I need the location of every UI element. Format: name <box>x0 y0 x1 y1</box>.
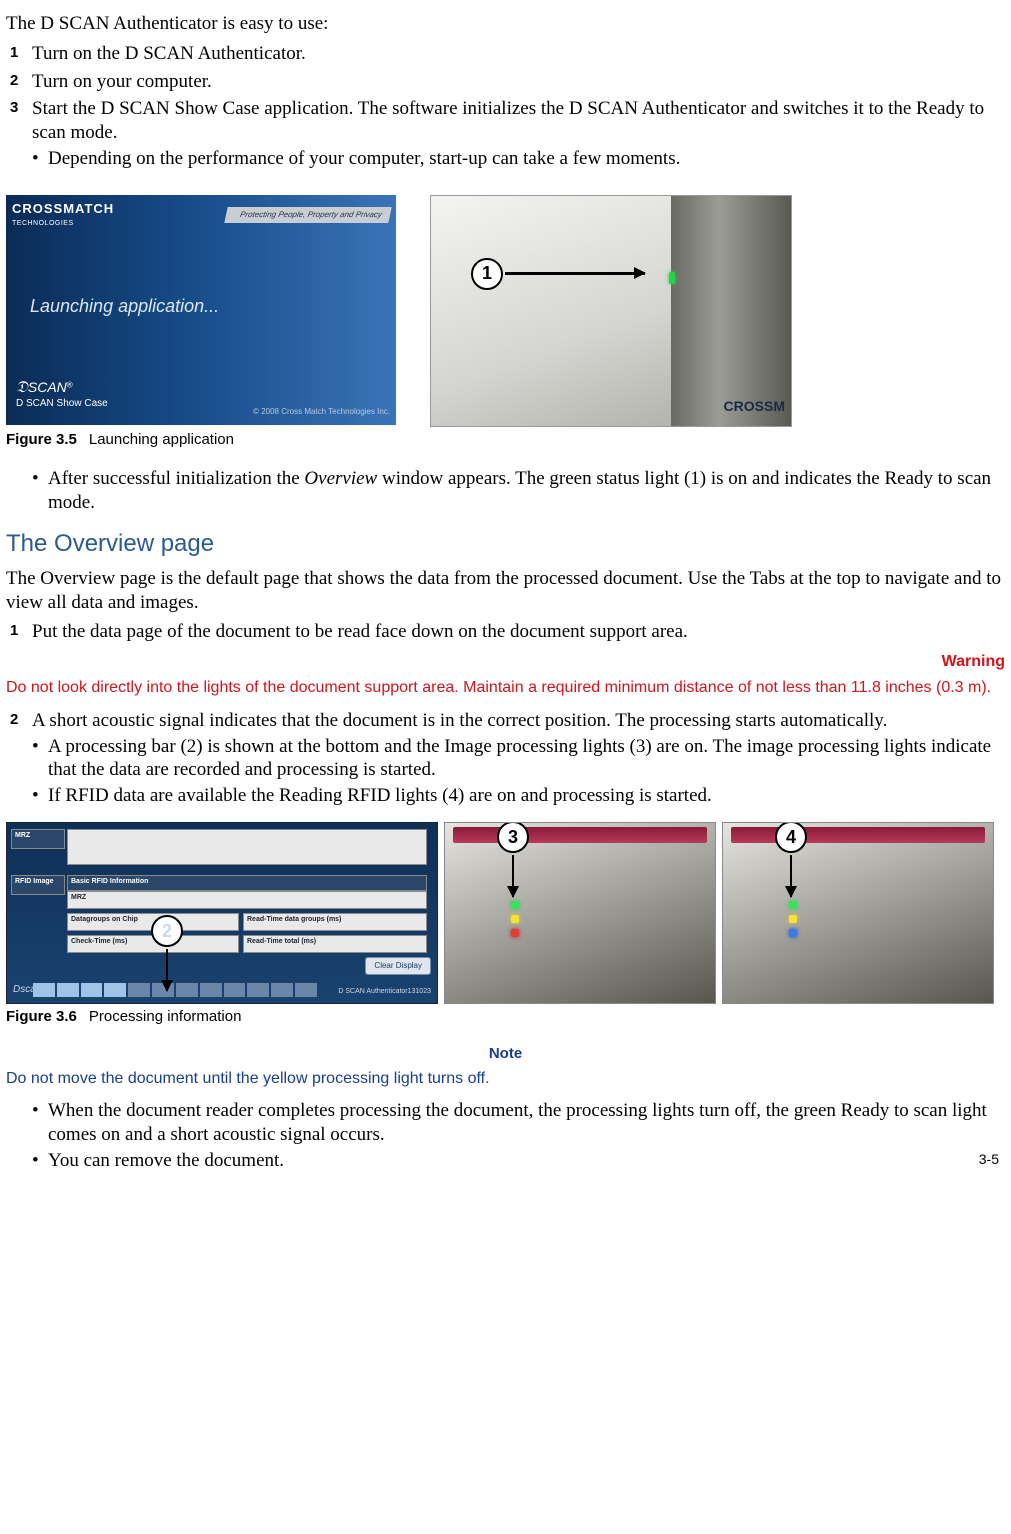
led-green <box>789 901 797 909</box>
tagline-ribbon: Protecting People, Property and Privacy <box>224 207 391 223</box>
warning-label: Warning <box>6 652 1005 672</box>
launching-text: Launching application... <box>30 295 219 318</box>
device-photo: CROSSM 1 <box>430 195 792 427</box>
led-yellow <box>511 915 519 923</box>
figure-3-5: CROSSMATCH TECHNOLOGIES Protecting Peopl… <box>6 195 1005 427</box>
step-1: Turn on the D SCAN Authenticator. <box>6 42 1005 66</box>
copyright: © 2008 Cross Match Technologies Inc. <box>253 407 390 417</box>
step-c2-sub1: A processing bar (2) is shown at the bot… <box>32 735 1005 783</box>
led-green <box>511 901 519 909</box>
steps-list-b: Put the data page of the document to be … <box>6 620 1005 644</box>
final-bullets: When the document reader completes proce… <box>6 1099 1005 1172</box>
led-blue <box>789 929 797 937</box>
arrow-down-icon <box>790 855 793 897</box>
app-screenshot: MRZ RFID Image Basic RFID Information MR… <box>6 822 438 1004</box>
warning-text: Do not look directly into the lights of … <box>6 678 1005 699</box>
crossmatch-logo: CROSSMATCH TECHNOLOGIES <box>12 201 114 230</box>
led-red <box>511 929 519 937</box>
step-3-text: Start the D SCAN Show Case application. … <box>32 98 984 143</box>
steps-list-c: A short acoustic signal indicates that t… <box>6 709 1005 808</box>
splash-screenshot: CROSSMATCH TECHNOLOGIES Protecting Peopl… <box>6 195 396 425</box>
step-c2-sub2: If RFID data are available the Reading R… <box>32 784 1005 808</box>
intro-text: The D SCAN Authenticator is easy to use: <box>6 12 1005 36</box>
overview-heading: The Overview page <box>6 529 1005 559</box>
steps-list-a: Turn on the D SCAN Authenticator. Turn o… <box>6 42 1005 171</box>
callout-2: 2 <box>151 915 183 991</box>
arrow-down-icon <box>512 855 515 897</box>
note-label: Note <box>6 1045 1005 1064</box>
figure-3-6-caption: Figure 3.6Processing information <box>6 1008 1005 1027</box>
step-1-text: Turn on the D SCAN Authenticator. <box>32 43 306 64</box>
step-2: Turn on your computer. <box>6 70 1005 94</box>
page-number: 3-5 <box>979 1151 999 1169</box>
callout-3: 3 <box>497 822 529 897</box>
step-c2: A short acoustic signal indicates that t… <box>6 709 1005 808</box>
device-photo-rfid: 4 <box>722 822 994 1004</box>
device-id-label: D SCAN Authenticator131023 <box>338 988 431 997</box>
final-bullet-1: When the document reader completes proce… <box>32 1099 1005 1147</box>
figure-3-5-caption: Figure 3.5Launching application <box>6 431 1005 450</box>
clear-display-button[interactable]: Clear Display <box>365 957 431 975</box>
led-yellow <box>789 915 797 923</box>
step-2-text: Turn on your computer. <box>32 71 212 92</box>
status-led-green <box>669 272 675 284</box>
arrow-down-icon <box>166 949 169 991</box>
callout-1: 1 <box>471 258 645 290</box>
arrow-icon <box>505 272 645 275</box>
dscan-logo: 𝔇SCAN® D SCAN Show Case <box>16 378 108 411</box>
overview-paragraph: The Overview page is the default page th… <box>6 567 1005 615</box>
after-init-bullet: After successful initialization the Over… <box>6 467 1005 515</box>
device-photo-processing: 3 <box>444 822 716 1004</box>
device-brand: CROSSM <box>724 398 785 416</box>
final-bullet-2: You can remove the document. <box>32 1149 1005 1173</box>
step-c2-subs: A processing bar (2) is shown at the bot… <box>32 735 1005 808</box>
step-3: Start the D SCAN Show Case application. … <box>6 97 1005 170</box>
after-init-line: After successful initialization the Over… <box>32 467 1005 515</box>
step-3-sub-1: Depending on the performance of your com… <box>32 147 1005 171</box>
step-b1: Put the data page of the document to be … <box>6 620 1005 644</box>
callout-4: 4 <box>775 822 807 897</box>
figure-3-6: MRZ RFID Image Basic RFID Information MR… <box>6 822 1005 1004</box>
note-text: Do not move the document until the yello… <box>6 1069 1005 1089</box>
step-3-subs: Depending on the performance of your com… <box>32 147 1005 171</box>
